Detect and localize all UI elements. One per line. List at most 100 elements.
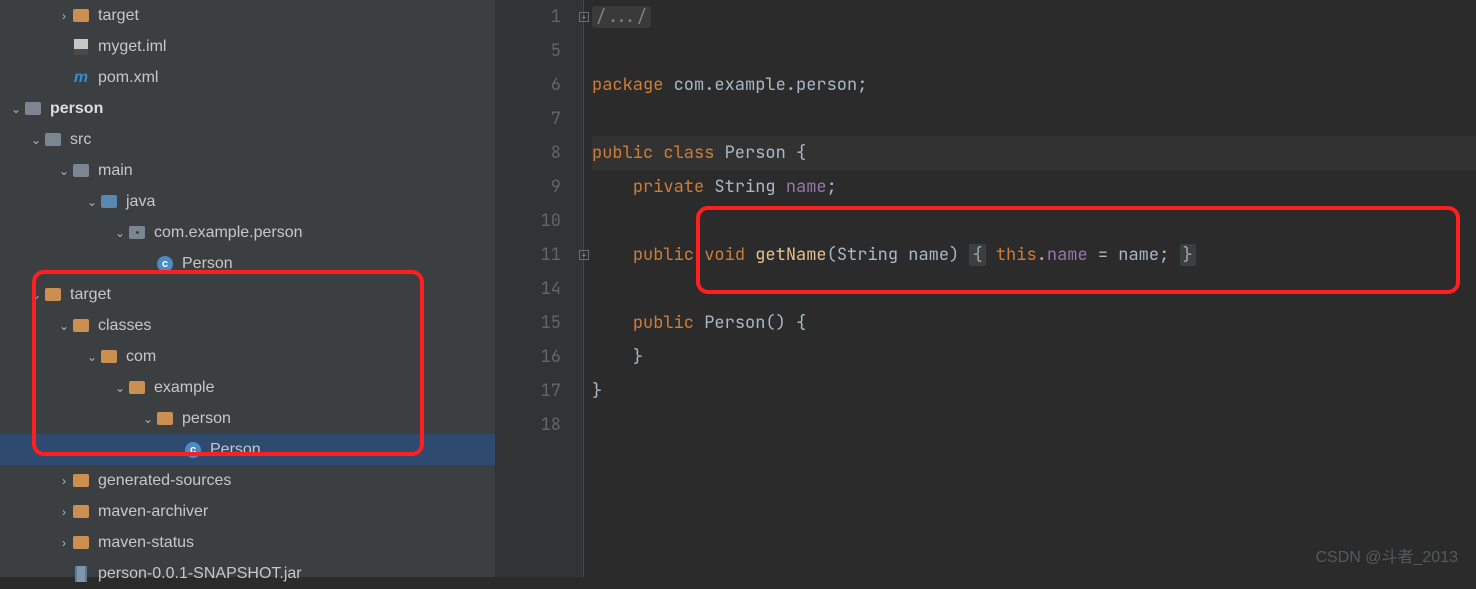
- chevron-down-icon: ⌄: [112, 226, 128, 240]
- line-number: 10: [496, 204, 561, 238]
- chevron-down-icon: ⌄: [8, 102, 24, 116]
- tree-label: com: [126, 348, 156, 366]
- line-number: 11: [496, 238, 561, 272]
- java-class-icon: c: [156, 255, 174, 273]
- tree-item-generated-sources[interactable]: › generated-sources: [0, 465, 495, 496]
- fold-pill[interactable]: /.../: [592, 6, 651, 28]
- tree-label: pom.xml: [98, 69, 158, 87]
- chevron-down-icon: ⌄: [112, 381, 128, 395]
- tree-item-target[interactable]: ⌄ target: [0, 279, 495, 310]
- tree-label: Person: [210, 441, 261, 459]
- code-line[interactable]: public class Person {: [592, 136, 1476, 170]
- tree-item-maven-archiver[interactable]: › maven-archiver: [0, 496, 495, 527]
- code-line[interactable]: /.../: [592, 0, 1476, 34]
- tree-item-classes[interactable]: ⌄ classes: [0, 310, 495, 341]
- folder-icon: [72, 503, 90, 521]
- tree-label: com.example.person: [154, 224, 303, 242]
- chevron-right-icon: ›: [56, 505, 72, 519]
- line-number: 1: [496, 0, 561, 34]
- code-line[interactable]: public Person() {: [592, 306, 1476, 340]
- code-editor[interactable]: 1 5 6 7 8 9 10 11 14 15 16 17 18 + + /..…: [496, 0, 1476, 577]
- tree-item-target-top[interactable]: › target: [0, 0, 495, 31]
- folder-icon: [72, 472, 90, 490]
- tree-item-pom[interactable]: m pom.xml: [0, 62, 495, 93]
- tree-label: person: [50, 100, 103, 118]
- line-number: 16: [496, 340, 561, 374]
- tree-item-java[interactable]: ⌄ java: [0, 186, 495, 217]
- jar-file-icon: [72, 565, 90, 583]
- editor-content[interactable]: /.../ package com.example.person; public…: [584, 0, 1476, 577]
- code-line[interactable]: [592, 204, 1476, 238]
- folder-icon: [44, 286, 62, 304]
- tree-label: Person: [182, 255, 233, 273]
- tree-label: src: [70, 131, 91, 149]
- chevron-down-icon: ⌄: [84, 195, 100, 209]
- folder-icon: [128, 379, 146, 397]
- tree-item-example[interactable]: ⌄ example: [0, 372, 495, 403]
- tree-label: person-0.0.1-SNAPSHOT.jar: [98, 565, 302, 583]
- folder-icon: [72, 534, 90, 552]
- tree-label: maven-archiver: [98, 503, 208, 521]
- tree-item-class-person[interactable]: c Person: [0, 248, 495, 279]
- chevron-down-icon: ⌄: [140, 412, 156, 426]
- folder-icon: [72, 162, 90, 180]
- code-line[interactable]: package com.example.person;: [592, 68, 1476, 102]
- code-line[interactable]: }: [592, 374, 1476, 408]
- source-folder-icon: [100, 193, 118, 211]
- code-line[interactable]: [592, 34, 1476, 68]
- java-class-icon: c: [184, 441, 202, 459]
- tree-item-person-module[interactable]: ⌄ person: [0, 93, 495, 124]
- chevron-right-icon: ›: [56, 9, 72, 23]
- maven-icon: m: [72, 69, 90, 87]
- line-number: 8: [496, 136, 561, 170]
- folder-icon: [100, 348, 118, 366]
- tree-label: target: [98, 7, 139, 25]
- watermark: CSDN @斗者_2013: [1315, 543, 1458, 567]
- tree-item-person-pkg[interactable]: ⌄ person: [0, 403, 495, 434]
- code-line[interactable]: private String name;: [592, 170, 1476, 204]
- tree-label: example: [154, 379, 214, 397]
- project-tree[interactable]: › target myget.iml m pom.xml ⌄ person ⌄ …: [0, 0, 496, 577]
- fold-expand-icon[interactable]: +: [579, 250, 589, 260]
- chevron-down-icon: ⌄: [56, 164, 72, 178]
- chevron-down-icon: ⌄: [28, 133, 44, 147]
- module-folder-icon: [24, 100, 42, 118]
- code-line[interactable]: public void getName(String name) { this.…: [592, 238, 1476, 272]
- folder-icon: [44, 131, 62, 149]
- tree-item-maven-status[interactable]: › maven-status: [0, 527, 495, 558]
- code-line[interactable]: [592, 408, 1476, 442]
- line-number: 18: [496, 408, 561, 442]
- tree-label: java: [126, 193, 155, 211]
- tree-item-main[interactable]: ⌄ main: [0, 155, 495, 186]
- line-number: 5: [496, 34, 561, 68]
- tree-item-package[interactable]: ⌄ com.example.person: [0, 217, 495, 248]
- tree-label: generated-sources: [98, 472, 231, 490]
- tree-item-com[interactable]: ⌄ com: [0, 341, 495, 372]
- folder-icon: [156, 410, 174, 428]
- chevron-down-icon: ⌄: [28, 288, 44, 302]
- tree-label: classes: [98, 317, 151, 335]
- tree-label: target: [70, 286, 111, 304]
- code-line[interactable]: [592, 102, 1476, 136]
- folder-icon: [72, 317, 90, 335]
- code-line[interactable]: [592, 272, 1476, 306]
- editor-gutter: 1 5 6 7 8 9 10 11 14 15 16 17 18 + +: [496, 0, 584, 577]
- chevron-down-icon: ⌄: [56, 319, 72, 333]
- tree-label: maven-status: [98, 534, 194, 552]
- chevron-right-icon: ›: [56, 536, 72, 550]
- tree-label: myget.iml: [98, 38, 166, 56]
- line-number: 14: [496, 272, 561, 306]
- tree-label: person: [182, 410, 231, 428]
- tree-label: main: [98, 162, 133, 180]
- tree-item-class-person-compiled[interactable]: c Person: [0, 434, 495, 465]
- code-line[interactable]: }: [592, 340, 1476, 374]
- line-number: 15: [496, 306, 561, 340]
- folder-icon: [72, 7, 90, 25]
- tree-item-jar[interactable]: person-0.0.1-SNAPSHOT.jar: [0, 558, 495, 589]
- tree-item-src[interactable]: ⌄ src: [0, 124, 495, 155]
- fold-expand-icon[interactable]: +: [579, 12, 589, 22]
- line-number: 7: [496, 102, 561, 136]
- iml-file-icon: [72, 38, 90, 56]
- package-icon: [128, 224, 146, 242]
- tree-item-iml[interactable]: myget.iml: [0, 31, 495, 62]
